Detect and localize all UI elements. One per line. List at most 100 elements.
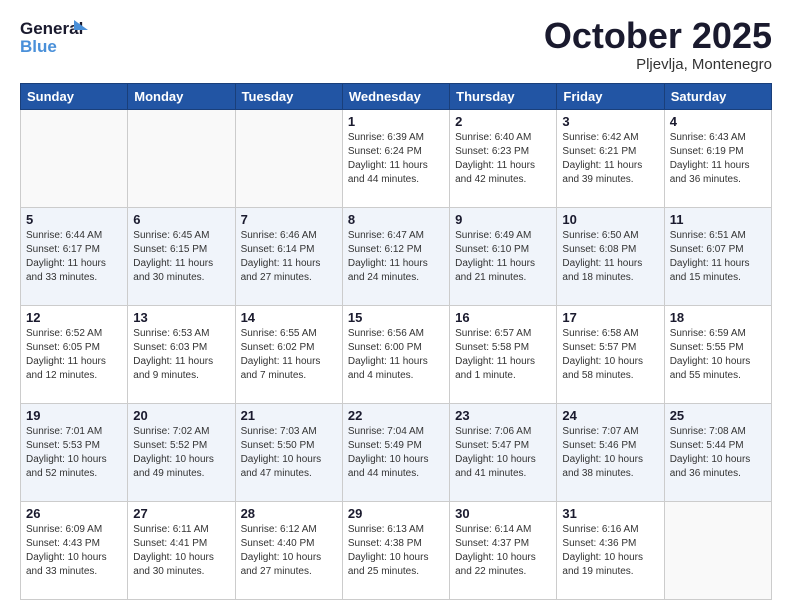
- day-info: Sunrise: 7:06 AM Sunset: 5:47 PM Dayligh…: [455, 425, 551, 481]
- calendar-cell: 9Sunrise: 6:49 AM Sunset: 6:10 PM Daylig…: [450, 207, 557, 305]
- svg-text:General: General: [20, 19, 83, 38]
- calendar-week-row: 5 Sunrise: 6:44 AM Sunset: 6:17 PM Daylig…: [21, 207, 772, 305]
- day-info: Sunrise: 6:52 AM Sunset: 6:05 PM Dayligh…: [26, 327, 122, 383]
- day-info: Sunrise: 6:14 AM Sunset: 4:37 PM Dayligh…: [455, 523, 551, 579]
- calendar-cell: 7 Sunrise: 6:46 AM Sunset: 6:14 PM Daylig…: [235, 207, 342, 305]
- calendar-cell: 16 Sunrise: 6:57 AM Sunset: 5:58 PM Dayli…: [450, 305, 557, 403]
- calendar-cell: 6 Sunrise: 6:45 AM Sunset: 6:15 PM Daylig…: [128, 207, 235, 305]
- day-number: 13: [133, 310, 229, 325]
- day-info: Sunrise: 6:46 AM Sunset: 6:14 PM Dayligh…: [241, 229, 337, 285]
- calendar-cell: [21, 109, 128, 207]
- day-info: Sunrise: 6:09 AM Sunset: 4:43 PM Dayligh…: [26, 523, 122, 579]
- day-info: Sunrise: 6:59 AM Sunset: 5:55 PM Dayligh…: [670, 327, 766, 383]
- day-number: 14: [241, 310, 337, 325]
- day-info: Sunrise: 6:40 AM Sunset: 6:23 PM Dayligh…: [455, 131, 551, 187]
- day-info: Sunrise: 7:04 AM Sunset: 5:49 PM Dayligh…: [348, 425, 444, 481]
- day-number: 1: [348, 114, 444, 129]
- calendar-cell: [664, 501, 771, 599]
- calendar-cell: 3 Sunrise: 6:42 AM Sunset: 6:21 PM Daylig…: [557, 109, 664, 207]
- day-number: 26: [26, 506, 122, 521]
- day-number: 29: [348, 506, 444, 521]
- day-info: Sunrise: 7:07 AM Sunset: 5:46 PM Dayligh…: [562, 425, 658, 481]
- calendar-cell: 10 Sunrise: 6:50 AM Sunset: 6:08 PM Dayli…: [557, 207, 664, 305]
- calendar-cell: 2 Sunrise: 6:40 AM Sunset: 6:23 PM Daylig…: [450, 109, 557, 207]
- day-info: Sunrise: 7:02 AM Sunset: 5:52 PM Dayligh…: [133, 425, 229, 481]
- day-info: Sunrise: 6:58 AM Sunset: 5:57 PM Dayligh…: [562, 327, 658, 383]
- calendar-cell: 22 Sunrise: 7:04 AM Sunset: 5:49 PM Dayli…: [342, 403, 449, 501]
- day-info: Sunrise: 6:16 AM Sunset: 4:36 PM Dayligh…: [562, 523, 658, 579]
- calendar-cell: 26 Sunrise: 6:09 AM Sunset: 4:43 PM Dayli…: [21, 501, 128, 599]
- calendar-cell: 5 Sunrise: 6:44 AM Sunset: 6:17 PM Daylig…: [21, 207, 128, 305]
- day-number: 31: [562, 506, 658, 521]
- day-number: 10: [562, 212, 658, 227]
- day-info: Sunrise: 6:12 AM Sunset: 4:40 PM Dayligh…: [241, 523, 337, 579]
- day-info: Sunrise: 6:45 AM Sunset: 6:15 PM Dayligh…: [133, 229, 229, 285]
- calendar-cell: 13 Sunrise: 6:53 AM Sunset: 6:03 PM Dayli…: [128, 305, 235, 403]
- day-info: Sunrise: 6:53 AM Sunset: 6:03 PM Dayligh…: [133, 327, 229, 383]
- calendar-cell: 11 Sunrise: 6:51 AM Sunset: 6:07 PM Dayli…: [664, 207, 771, 305]
- day-number: 9: [455, 212, 551, 227]
- day-number: 22: [348, 408, 444, 423]
- calendar-cell: 27 Sunrise: 6:11 AM Sunset: 4:41 PM Dayli…: [128, 501, 235, 599]
- day-info: Sunrise: 7:03 AM Sunset: 5:50 PM Dayligh…: [241, 425, 337, 481]
- calendar-cell: 8 Sunrise: 6:47 AM Sunset: 6:12 PM Daylig…: [342, 207, 449, 305]
- calendar-week-row: 19Sunrise: 7:01 AM Sunset: 5:53 PM Dayli…: [21, 403, 772, 501]
- day-number: 2: [455, 114, 551, 129]
- day-info: Sunrise: 6:39 AM Sunset: 6:24 PM Dayligh…: [348, 131, 444, 187]
- header: GeneralBlue October 2025 Pljevlja, Monte…: [20, 16, 772, 73]
- day-info: Sunrise: 6:11 AM Sunset: 4:41 PM Dayligh…: [133, 523, 229, 579]
- calendar-cell: 14 Sunrise: 6:55 AM Sunset: 6:02 PM Dayli…: [235, 305, 342, 403]
- day-number: 3: [562, 114, 658, 129]
- calendar-cell: 4 Sunrise: 6:43 AM Sunset: 6:19 PM Daylig…: [664, 109, 771, 207]
- day-info: Sunrise: 6:50 AM Sunset: 6:08 PM Dayligh…: [562, 229, 658, 285]
- day-number: 30: [455, 506, 551, 521]
- calendar-cell: 23Sunrise: 7:06 AM Sunset: 5:47 PM Dayli…: [450, 403, 557, 501]
- calendar-cell: 18 Sunrise: 6:59 AM Sunset: 5:55 PM Dayli…: [664, 305, 771, 403]
- day-number: 27: [133, 506, 229, 521]
- th-friday: Friday: [557, 83, 664, 109]
- calendar-cell: 31 Sunrise: 6:16 AM Sunset: 4:36 PM Dayli…: [557, 501, 664, 599]
- day-number: 16: [455, 310, 551, 325]
- calendar-cell: 29 Sunrise: 6:13 AM Sunset: 4:38 PM Dayli…: [342, 501, 449, 599]
- logo-area: GeneralBlue: [20, 16, 90, 58]
- calendar-cell: 21Sunrise: 7:03 AM Sunset: 5:50 PM Dayli…: [235, 403, 342, 501]
- day-number: 20: [133, 408, 229, 423]
- day-info: Sunrise: 6:57 AM Sunset: 5:58 PM Dayligh…: [455, 327, 551, 383]
- th-monday: Monday: [128, 83, 235, 109]
- month-title: October 2025: [544, 16, 772, 56]
- calendar-cell: 1 Sunrise: 6:39 AM Sunset: 6:24 PM Daylig…: [342, 109, 449, 207]
- calendar-cell: 15 Sunrise: 6:56 AM Sunset: 6:00 PM Dayli…: [342, 305, 449, 403]
- day-number: 8: [348, 212, 444, 227]
- location: Pljevlja, Montenegro: [544, 56, 772, 73]
- day-info: Sunrise: 6:47 AM Sunset: 6:12 PM Dayligh…: [348, 229, 444, 285]
- th-sunday: Sunday: [21, 83, 128, 109]
- calendar-cell: 20 Sunrise: 7:02 AM Sunset: 5:52 PM Dayli…: [128, 403, 235, 501]
- day-info: Sunrise: 6:43 AM Sunset: 6:19 PM Dayligh…: [670, 131, 766, 187]
- calendar-cell: [235, 109, 342, 207]
- day-number: 18: [670, 310, 766, 325]
- calendar-cell: [128, 109, 235, 207]
- th-wednesday: Wednesday: [342, 83, 449, 109]
- title-area: October 2025 Pljevlja, Montenegro: [544, 16, 772, 73]
- day-info: Sunrise: 6:13 AM Sunset: 4:38 PM Dayligh…: [348, 523, 444, 579]
- page: GeneralBlue October 2025 Pljevlja, Monte…: [0, 0, 792, 612]
- calendar-cell: 19Sunrise: 7:01 AM Sunset: 5:53 PM Dayli…: [21, 403, 128, 501]
- th-thursday: Thursday: [450, 83, 557, 109]
- day-info: Sunrise: 6:44 AM Sunset: 6:17 PM Dayligh…: [26, 229, 122, 285]
- day-number: 6: [133, 212, 229, 227]
- day-info: Sunrise: 6:56 AM Sunset: 6:00 PM Dayligh…: [348, 327, 444, 383]
- day-number: 15: [348, 310, 444, 325]
- day-info: Sunrise: 6:42 AM Sunset: 6:21 PM Dayligh…: [562, 131, 658, 187]
- day-info: Sunrise: 6:51 AM Sunset: 6:07 PM Dayligh…: [670, 229, 766, 285]
- day-number: 7: [241, 212, 337, 227]
- day-number: 4: [670, 114, 766, 129]
- day-number: 11: [670, 212, 766, 227]
- calendar-table: Sunday Monday Tuesday Wednesday Thursday…: [20, 83, 772, 600]
- calendar-cell: 30 Sunrise: 6:14 AM Sunset: 4:37 PM Dayli…: [450, 501, 557, 599]
- day-info: Sunrise: 7:01 AM Sunset: 5:53 PM Dayligh…: [26, 425, 122, 481]
- calendar-cell: 28Sunrise: 6:12 AM Sunset: 4:40 PM Dayli…: [235, 501, 342, 599]
- day-number: 5: [26, 212, 122, 227]
- day-info: Sunrise: 6:55 AM Sunset: 6:02 PM Dayligh…: [241, 327, 337, 383]
- weekday-header-row: Sunday Monday Tuesday Wednesday Thursday…: [21, 83, 772, 109]
- th-saturday: Saturday: [664, 83, 771, 109]
